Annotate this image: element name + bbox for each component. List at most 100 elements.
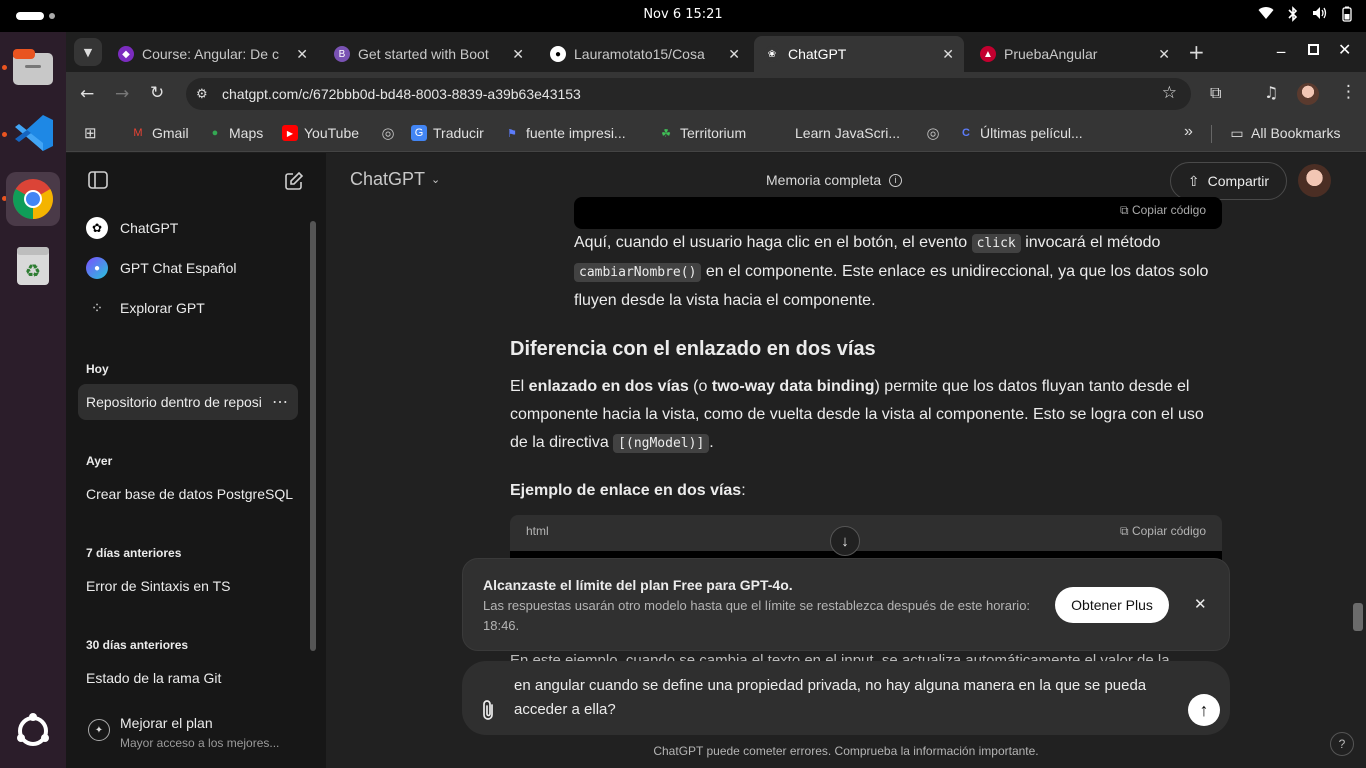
get-plus-button[interactable]: Obtener Plus <box>1055 587 1169 623</box>
more-options-icon[interactable]: ⋯ <box>272 392 288 412</box>
dock: ♻ <box>0 32 66 768</box>
history-item-label: Repositorio dentro de reposi <box>86 394 262 410</box>
help-button[interactable]: ? <box>1330 732 1354 756</box>
new-tab-plus-icon[interactable]: + <box>1188 40 1205 64</box>
user-avatar[interactable] <box>1298 164 1331 197</box>
model-selector[interactable]: ChatGPT ⌄ <box>350 169 440 190</box>
trash-app-icon[interactable]: ♻ <box>6 238 60 292</box>
upgrade-plan-button[interactable]: ✦ Mejorar el plan Mayor acceso a los mej… <box>78 707 308 757</box>
reload-icon[interactable]: ↻ <box>150 83 164 103</box>
history-item-label: Crear base de datos PostgreSQL <box>86 486 294 502</box>
bookmark-learn-js[interactable]: Learn JavaScri... <box>773 123 900 143</box>
address-bar[interactable]: ⚙ chatgpt.com/c/672bbb0d-bd48-8003-8839-… <box>186 78 1191 110</box>
history-item[interactable]: Estado de la rama Git <box>78 660 298 696</box>
system-tray[interactable] <box>1258 6 1352 26</box>
copy-code-button[interactable]: ⧉ Copiar código <box>1120 203 1206 218</box>
browser-tab-active[interactable]: ❀ ChatGPT ✕ <box>754 36 964 72</box>
close-icon[interactable]: ✕ <box>512 46 524 63</box>
bookmark-star-icon[interactable]: ☆ <box>1162 83 1177 103</box>
bookmark-maps[interactable]: ● Maps <box>207 123 264 143</box>
close-icon[interactable]: ✕ <box>1158 46 1170 63</box>
history-item-active[interactable]: Repositorio dentro de reposi ⋯ <box>78 384 298 420</box>
svg-text:♻: ♻ <box>25 261 41 282</box>
browser-tab[interactable]: ▲ PruebaAngular ✕ <box>970 36 1180 72</box>
history-item[interactable]: Error de Sintaxis en TS <box>78 568 298 604</box>
browser-tab[interactable]: B Get started with Boot ✕ <box>324 36 534 72</box>
close-icon[interactable]: ✕ <box>1194 595 1207 613</box>
bookmark-label: Últimas películ... <box>980 125 1083 141</box>
inline-code: cambiarNombre() <box>574 263 702 282</box>
history-item-label: Estado de la rama Git <box>86 670 222 686</box>
github-favicon-icon: ● <box>550 46 566 62</box>
code-block-tail: ⧉ Copiar código <box>574 197 1222 229</box>
bookmark-peliculas[interactable]: C Últimas películ... <box>958 123 1083 143</box>
section-heading: Diferencia con el enlazado en dos vías <box>510 338 876 360</box>
system-clock[interactable]: Nov 6 15:21 <box>0 7 1366 22</box>
forward-arrow-icon[interactable]: → <box>115 84 129 104</box>
minimize-icon[interactable]: ‒ <box>1276 42 1286 61</box>
browser-tab[interactable]: ● Lauramotato15/Cosa ✕ <box>540 36 750 72</box>
tab-title: Course: Angular: De c <box>142 46 279 62</box>
history-item[interactable]: Crear base de datos PostgreSQL <box>78 476 298 512</box>
globe-icon: ◎ <box>926 125 940 142</box>
browser-tab-strip: ▼ ◆ Course: Angular: De c ✕ B Get starte… <box>66 32 1366 72</box>
main-scrollbar[interactable] <box>1353 603 1363 631</box>
close-icon[interactable]: ✕ <box>942 46 954 63</box>
angular-favicon-icon: ▲ <box>980 46 996 62</box>
inline-code: [(ngModel)] <box>613 434 710 453</box>
history-section-heading: Ayer <box>86 454 113 468</box>
bookmark-territorium[interactable]: ☘ Territorium <box>658 123 746 143</box>
close-icon[interactable]: ✕ <box>728 46 740 63</box>
toggle-sidebar-icon[interactable] <box>88 171 108 194</box>
tab-search-button[interactable]: ▼ <box>74 38 102 66</box>
share-button[interactable]: ⇧ Compartir <box>1170 162 1287 200</box>
chrome-app-icon[interactable] <box>6 172 60 226</box>
folder-icon: ▭ <box>1230 124 1244 141</box>
message-input[interactable]: en angular cuando se define una propieda… <box>514 674 1154 722</box>
extensions-puzzle-icon[interactable]: ⧉ <box>1210 83 1221 103</box>
vscode-app-icon[interactable] <box>6 106 60 160</box>
bookmark-globe[interactable]: ◎ <box>380 123 402 143</box>
send-button[interactable]: ↑ <box>1188 694 1220 726</box>
all-bookmarks-folder[interactable]: ▭ All Bookmarks <box>1229 123 1340 143</box>
message-composer[interactable]: en angular cuando se define una propieda… <box>462 661 1230 735</box>
bookmark-traducir[interactable]: G Traducir <box>411 123 484 143</box>
bookmark-gmail[interactable]: M Gmail <box>130 123 188 143</box>
app-grid-icon[interactable] <box>6 704 60 758</box>
browser-menu-icon[interactable]: ⋮ <box>1340 82 1357 102</box>
openai-logo-icon: ✿ <box>86 217 108 239</box>
bookmark-fuente[interactable]: ⚑ fuente impresi... <box>504 123 626 143</box>
angular-course-favicon-icon: ◆ <box>118 46 134 62</box>
bookmark-globe-2[interactable]: ◎ <box>925 123 947 143</box>
more-bookmarks-chevron-icon[interactable]: » <box>1184 123 1193 141</box>
browser-tab[interactable]: ◆ Course: Angular: De c ✕ <box>108 36 318 72</box>
bookmark-label: Learn JavaScri... <box>795 125 901 141</box>
sidebar-item-gpt-chat-espanol[interactable]: ● GPT Chat Español <box>78 250 298 286</box>
sidebar-item-chatgpt[interactable]: ✿ ChatGPT <box>78 210 298 246</box>
memory-status[interactable]: Memoria completa i <box>766 172 903 188</box>
close-icon[interactable]: ✕ <box>296 46 308 63</box>
media-controls-icon[interactable]: ♫ <box>1264 83 1278 102</box>
apps-grid-icon[interactable]: ⊞ <box>84 124 97 142</box>
browser-toolbar: ← → ↻ ⚙ chatgpt.com/c/672bbb0d-bd48-8003… <box>66 72 1366 116</box>
attach-paperclip-icon[interactable] <box>481 699 495 726</box>
close-window-icon[interactable]: ✕ <box>1338 40 1351 59</box>
sidebar-scrollbar[interactable] <box>310 221 316 651</box>
example-heading: Ejemplo de enlace en dos vías: <box>510 477 1222 505</box>
files-app-icon[interactable] <box>6 40 60 94</box>
upgrade-plan-title: Mejorar el plan <box>120 715 213 731</box>
profile-avatar[interactable] <box>1297 83 1319 105</box>
back-arrow-icon[interactable]: ← <box>80 84 94 104</box>
scroll-to-bottom-button[interactable]: ↓ <box>830 526 860 556</box>
wifi-icon <box>1258 6 1274 26</box>
bootstrap-favicon-icon: B <box>334 46 350 62</box>
bookmark-youtube[interactable]: ▶ YouTube <box>282 123 359 143</box>
new-chat-edit-icon[interactable] <box>284 171 304 196</box>
limit-title: Alcanzaste el límite del plan Free para … <box>483 577 793 593</box>
maximize-icon[interactable] <box>1308 44 1319 55</box>
system-top-bar: Nov 6 15:21 <box>0 0 1366 32</box>
sidebar-item-explorar-gpt[interactable]: ⁘ Explorar GPT <box>78 290 298 326</box>
history-section-heading: Hoy <box>86 362 109 376</box>
site-info-icon[interactable]: ⚙ <box>196 86 208 102</box>
copy-code-button[interactable]: ⧉ Copiar código <box>1120 524 1206 539</box>
